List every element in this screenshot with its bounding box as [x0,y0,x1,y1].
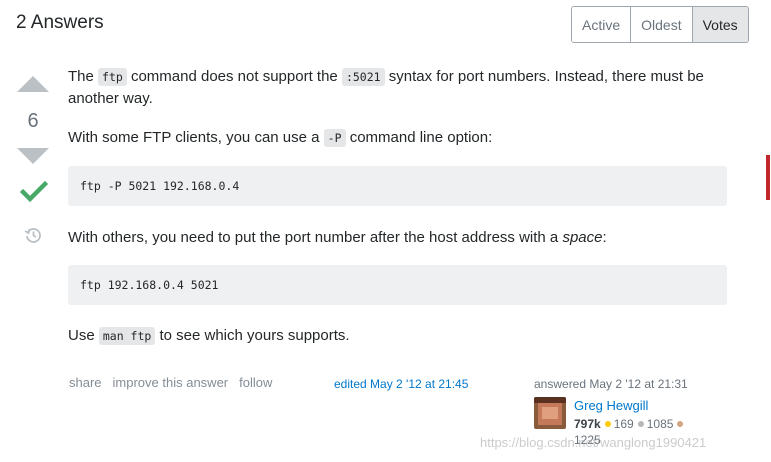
answered-timestamp: answered May 2 '12 at 21:31 [534,377,688,391]
inline-code: -P [323,129,346,147]
text: to see which yours supports. [155,327,350,344]
scroll-indicator [766,155,770,200]
avatar[interactable] [534,397,566,429]
inline-code: man ftp [98,327,156,345]
gold-badge-icon [604,421,611,428]
emphasis: space [562,229,603,246]
watermark: https://blog.csdn.net/wanglong1990421 [480,435,707,450]
sort-tabs: Active Oldest Votes [571,6,749,43]
share-link[interactable]: share [69,375,102,390]
silver-badge-count: 1085 [646,417,674,431]
paragraph-3: With others, you need to put the port nu… [68,227,607,249]
improve-answer-link[interactable]: improve this answer [113,375,229,390]
text: With some FTP clients, you can use a [68,129,324,146]
bronze-badge-icon [677,421,684,428]
gold-badge-count: 169 [613,417,634,431]
text: : [602,229,607,246]
history-icon[interactable] [24,226,42,244]
vote-count: 6 [27,110,39,132]
accepted-check-icon [20,180,48,203]
answers-count-heading: 2 Answers [16,12,104,33]
post-menu: share improve this answer follow [69,375,272,390]
inline-code: :5021 [341,68,385,86]
paragraph-4: Use man ftp to see which yours supports. [68,325,350,347]
avatar-image [534,397,566,429]
text: command does not support the [126,68,342,85]
upvote-arrow-icon[interactable] [17,76,49,92]
tab-votes[interactable]: Votes [691,7,748,42]
paragraph-1: The ftp command does not support the :50… [68,66,728,110]
text: Use [68,327,99,344]
code-block: ftp -P 5021 192.168.0.4 [68,166,727,206]
text: command line option: [345,129,493,146]
paragraph-2: With some FTP clients, you can use a -P … [68,127,492,149]
follow-link[interactable]: follow [239,375,272,390]
text: The [68,68,99,85]
edited-link[interactable]: edited May 2 '12 at 21:45 [334,377,468,391]
text: With others, you need to put the port nu… [68,229,563,246]
downvote-arrow-icon[interactable] [17,148,49,164]
user-name-link[interactable]: Greg Hewgill [574,398,648,413]
silver-badge-icon [637,421,644,428]
code-block: ftp 192.168.0.4 5021 [68,265,727,305]
tab-oldest[interactable]: Oldest [630,7,692,42]
reputation: 797k [574,417,601,431]
inline-code: ftp [98,68,127,86]
tab-active[interactable]: Active [572,7,631,42]
